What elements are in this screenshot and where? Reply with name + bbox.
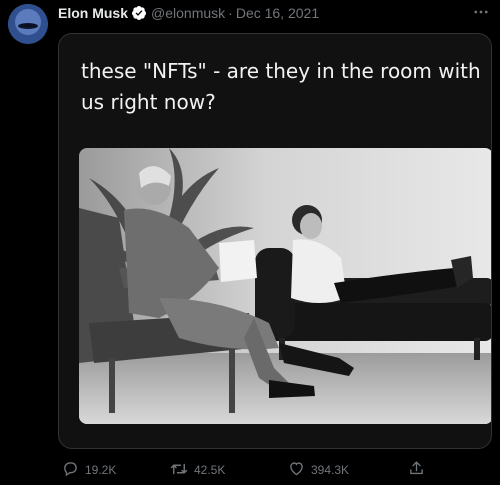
tweet-date[interactable]: Dec 16, 2021 (236, 5, 319, 21)
like-count: 394.3K (311, 463, 350, 477)
like-button[interactable]: 394.3K (288, 460, 349, 480)
author-handle[interactable]: @elonmusk (151, 5, 225, 21)
avatar[interactable] (8, 4, 48, 44)
tweet[interactable]: Elon Musk @elonmusk · Dec 16, 2021 these… (0, 0, 500, 485)
share-button[interactable] (408, 460, 431, 480)
author-name[interactable]: Elon Musk (58, 5, 128, 21)
reply-button[interactable]: 19.2K (62, 460, 116, 480)
tweet-media[interactable]: these "NFTs" - are they in the room with… (58, 33, 492, 449)
heart-icon (288, 460, 311, 480)
more-horizontal-icon[interactable] (472, 3, 490, 25)
separator-dot: · (228, 5, 233, 21)
tweet-actions: 19.2K 42.5K 394.3K (58, 460, 488, 480)
meme-caption: these "NFTs" - are they in the room with… (81, 59, 481, 114)
share-icon (408, 460, 431, 480)
reply-count: 19.2K (85, 463, 117, 477)
retweet-icon (170, 460, 194, 481)
reply-icon (62, 460, 85, 480)
meme-photo (79, 148, 491, 424)
retweet-button[interactable]: 42.5K (170, 460, 225, 481)
verified-badge-icon (131, 5, 147, 21)
tweet-header: Elon Musk @elonmusk · Dec 16, 2021 (58, 3, 490, 23)
retweet-count: 42.5K (194, 463, 226, 477)
